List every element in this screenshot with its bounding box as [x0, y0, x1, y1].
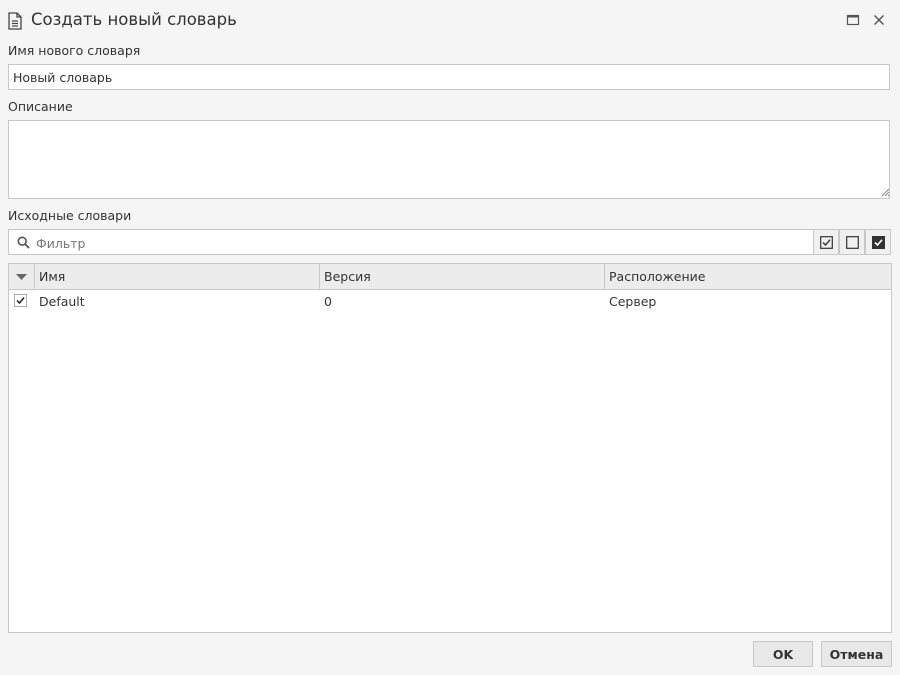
description-textarea[interactable] [8, 120, 890, 199]
column-header-location[interactable]: Расположение [605, 264, 891, 289]
filter-input[interactable] [34, 232, 808, 254]
checkmark-icon [16, 297, 25, 305]
dialog-titlebar: Создать новый словарь [0, 0, 900, 42]
dropdown-arrow-icon [16, 274, 27, 280]
deselect-all-icon [846, 236, 859, 249]
deselect-all-button[interactable] [839, 229, 865, 255]
filter-field[interactable] [8, 229, 814, 255]
select-all-button[interactable] [813, 229, 839, 255]
description-label: Описание [8, 99, 73, 114]
column-header-version[interactable]: Версия [320, 264, 605, 289]
name-label: Имя нового словаря [8, 43, 141, 58]
table-row[interactable]: Default 0 Сервер [9, 290, 891, 313]
select-all-icon [820, 236, 833, 249]
toggle-selection-button[interactable] [865, 229, 891, 255]
search-icon [17, 236, 30, 249]
dialog-title: Создать новый словарь [31, 10, 237, 29]
dictionary-name-input[interactable] [8, 64, 890, 90]
cell-name: Default [39, 294, 85, 309]
column-header-name[interactable]: Имя [35, 264, 320, 289]
cancel-button[interactable]: Отмена [821, 641, 892, 667]
maximize-icon[interactable] [845, 12, 861, 28]
cell-version: 0 [324, 294, 332, 309]
source-dictionaries-label: Исходные словари [8, 208, 132, 223]
close-icon[interactable] [871, 12, 887, 28]
table-header: Имя Версия Расположение [9, 264, 891, 290]
column-menu-button[interactable] [9, 264, 35, 289]
row-checkbox[interactable] [14, 294, 27, 307]
ok-button[interactable]: OK [753, 641, 813, 667]
source-dictionaries-table: Имя Версия Расположение Default 0 Сервер [8, 263, 892, 633]
document-icon [8, 12, 22, 30]
cell-location: Сервер [609, 294, 657, 309]
toggle-selection-icon [872, 236, 885, 249]
resize-grip-icon[interactable] [880, 187, 890, 197]
